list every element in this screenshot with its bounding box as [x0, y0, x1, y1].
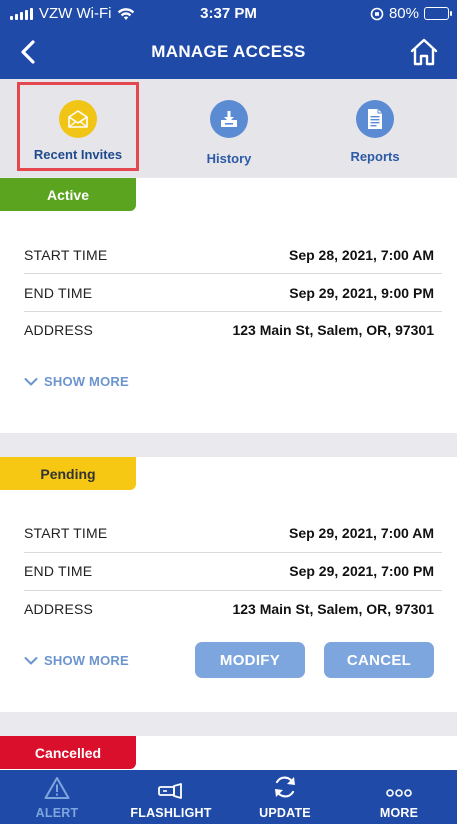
start-time-label: START TIME — [24, 525, 108, 541]
status-right: 80% — [370, 5, 452, 22]
address-row: ADDRESS 123 Main St, Salem, OR, 97301 — [24, 311, 442, 349]
show-more-link[interactable]: SHOW MORE — [24, 374, 129, 389]
end-time-label: END TIME — [24, 563, 93, 579]
nav-flashlight[interactable]: FLASHLIGHT — [114, 770, 228, 824]
invite-card-pending[interactable]: Pending START TIME Sep 29, 2021, 7:00 AM… — [0, 457, 457, 712]
tab-reports-label: Reports — [350, 149, 400, 164]
document-icon — [368, 109, 382, 129]
home-icon — [410, 38, 438, 66]
address-label: ADDRESS — [24, 322, 94, 338]
nav-more-icon-wrap — [342, 770, 456, 800]
nav-alert[interactable]: ALERT — [0, 770, 114, 824]
warning-triangle-icon — [44, 777, 70, 799]
nav-alert-icon-wrap — [0, 770, 114, 800]
nav-update-icon-wrap — [228, 770, 342, 800]
nav-flashlight-icon-wrap — [114, 770, 228, 800]
end-time-row: END TIME Sep 29, 2021, 7:00 PM — [24, 552, 442, 590]
status-badge-active: Active — [0, 178, 136, 211]
start-time-value: Sep 28, 2021, 7:00 AM — [288, 247, 434, 263]
end-time-value: Sep 29, 2021, 7:00 PM — [289, 563, 434, 579]
battery-icon — [424, 7, 452, 20]
orientation-lock-icon — [370, 7, 384, 20]
nav-alert-label: ALERT — [35, 806, 79, 820]
nav-more-label: MORE — [379, 806, 419, 820]
start-time-row: START TIME Sep 28, 2021, 7:00 AM — [24, 236, 442, 274]
show-more-link[interactable]: SHOW MORE — [24, 653, 129, 668]
nav-flashlight-label: FLASHLIGHT — [130, 806, 212, 820]
chevron-down-icon — [24, 377, 38, 385]
modify-button[interactable]: MODIFY — [195, 642, 305, 678]
invite-card-cancelled[interactable]: Cancelled — [0, 736, 457, 770]
end-time-value: Sep 29, 2021, 9:00 PM — [289, 285, 434, 301]
nav-more[interactable]: MORE — [342, 770, 456, 824]
nav-update[interactable]: UPDATE — [228, 770, 342, 824]
status-badge-cancelled: Cancelled — [0, 736, 136, 769]
flashlight-icon — [158, 783, 182, 799]
address-row: ADDRESS 123 Main St, Salem, OR, 97301 — [24, 590, 442, 628]
tab-bar: Recent Invites History Reports — [0, 79, 457, 177]
tab-history-label: History — [206, 151, 252, 166]
app-header: VZW Wi-Fi 3:37 PM 80% MANAGE ACCESS — [0, 0, 457, 79]
address-value: 123 Main St, Salem, OR, 97301 — [232, 322, 434, 338]
start-time-value: Sep 29, 2021, 7:00 AM — [288, 525, 434, 541]
tab-history-circle — [210, 100, 248, 138]
chevron-down-icon — [24, 656, 38, 664]
address-label: ADDRESS — [24, 601, 94, 617]
home-button[interactable] — [409, 36, 439, 68]
more-dots-icon — [386, 789, 412, 797]
refresh-icon — [275, 776, 295, 798]
start-time-label: START TIME — [24, 247, 108, 263]
show-more-label: SHOW MORE — [44, 374, 129, 389]
tab-reports[interactable]: Reports — [316, 79, 434, 177]
nav-update-label: UPDATE — [259, 806, 311, 820]
status-bar: VZW Wi-Fi 3:37 PM 80% — [0, 0, 457, 28]
start-time-row: START TIME Sep 29, 2021, 7:00 AM — [24, 514, 442, 552]
end-time-row: END TIME Sep 29, 2021, 9:00 PM — [24, 274, 442, 312]
selected-tab-highlight — [17, 82, 139, 171]
tab-history[interactable]: History — [170, 79, 288, 177]
cancel-button[interactable]: CANCEL — [324, 642, 434, 678]
address-value: 123 Main St, Salem, OR, 97301 — [232, 601, 434, 617]
page-title: MANAGE ACCESS — [151, 42, 306, 61]
show-more-label: SHOW MORE — [44, 653, 129, 668]
bottom-nav: ALERT FLASHLIGHT UPDATE MORE — [0, 770, 457, 824]
invite-card-active[interactable]: Active START TIME Sep 28, 2021, 7:00 AM … — [0, 178, 457, 433]
download-tray-icon — [221, 111, 237, 127]
tab-reports-circle — [356, 100, 394, 138]
end-time-label: END TIME — [24, 285, 93, 301]
battery-label: 80% — [388, 5, 419, 22]
status-badge-pending: Pending — [0, 457, 136, 490]
